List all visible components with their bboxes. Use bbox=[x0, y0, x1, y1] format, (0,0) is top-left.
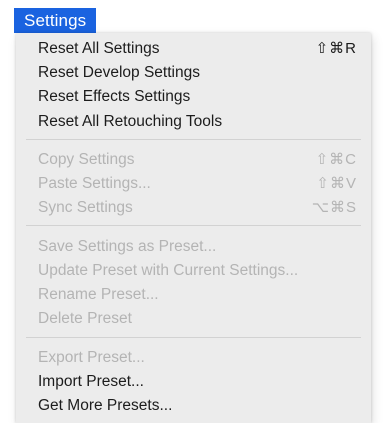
menu-item-reset-effects-settings[interactable]: Reset Effects Settings bbox=[38, 86, 357, 108]
settings-dropdown-menu: Reset All Settings ⇧⌘R Reset Develop Set… bbox=[16, 33, 371, 423]
menu-item-rename-preset: Rename Preset... bbox=[38, 284, 357, 306]
menu-item-save-settings-as-preset: Save Settings as Preset... bbox=[38, 236, 357, 258]
menu-item-label: Save Settings as Preset... bbox=[38, 238, 217, 255]
menu-item-label: Reset All Retouching Tools bbox=[38, 113, 223, 130]
menu-item-shortcut: ⌥⌘S bbox=[311, 199, 357, 216]
menu-separator bbox=[26, 225, 361, 226]
menu-item-label: Copy Settings bbox=[38, 151, 135, 168]
menu-item-label: Update Preset with Current Settings... bbox=[38, 262, 299, 279]
menu-separator bbox=[26, 337, 361, 338]
menu-item-reset-all-retouching-tools[interactable]: Reset All Retouching Tools bbox=[38, 111, 357, 133]
menu-item-label: Paste Settings... bbox=[38, 175, 151, 192]
menu-item-reset-all-settings[interactable]: Reset All Settings ⇧⌘R bbox=[38, 38, 357, 60]
menu-item-shortcut: ⇧⌘V bbox=[316, 175, 357, 192]
menu-item-copy-settings: Copy Settings ⇧⌘C bbox=[38, 149, 357, 171]
menu-item-label: Reset Effects Settings bbox=[38, 88, 191, 105]
menu-item-export-preset: Export Preset... bbox=[38, 347, 357, 369]
menu-item-sync-settings: Sync Settings ⌥⌘S bbox=[38, 197, 357, 219]
menu-item-label: Export Preset... bbox=[38, 349, 145, 366]
menu-item-import-preset[interactable]: Import Preset... bbox=[38, 371, 357, 393]
menu-item-reset-develop-settings[interactable]: Reset Develop Settings bbox=[38, 62, 357, 84]
menu-item-label: Sync Settings bbox=[38, 199, 133, 216]
menu-separator bbox=[26, 139, 361, 140]
menu-item-label: Reset All Settings bbox=[38, 40, 160, 57]
menu-item-shortcut: ⇧⌘R bbox=[315, 40, 357, 57]
menu-item-label: Import Preset... bbox=[38, 373, 144, 390]
menu-item-get-more-presets[interactable]: Get More Presets... bbox=[38, 395, 357, 417]
menu-item-label: Get More Presets... bbox=[38, 397, 173, 414]
menu-item-paste-settings: Paste Settings... ⇧⌘V bbox=[38, 173, 357, 195]
menu-item-label: Rename Preset... bbox=[38, 286, 159, 303]
menu-item-label: Delete Preset bbox=[38, 310, 132, 327]
menu-item-delete-preset: Delete Preset bbox=[38, 308, 357, 330]
menu-item-shortcut: ⇧⌘C bbox=[315, 151, 357, 168]
menu-item-label: Reset Develop Settings bbox=[38, 64, 200, 81]
menu-item-update-preset: Update Preset with Current Settings... bbox=[38, 260, 357, 282]
settings-menu-title[interactable]: Settings bbox=[14, 8, 97, 33]
